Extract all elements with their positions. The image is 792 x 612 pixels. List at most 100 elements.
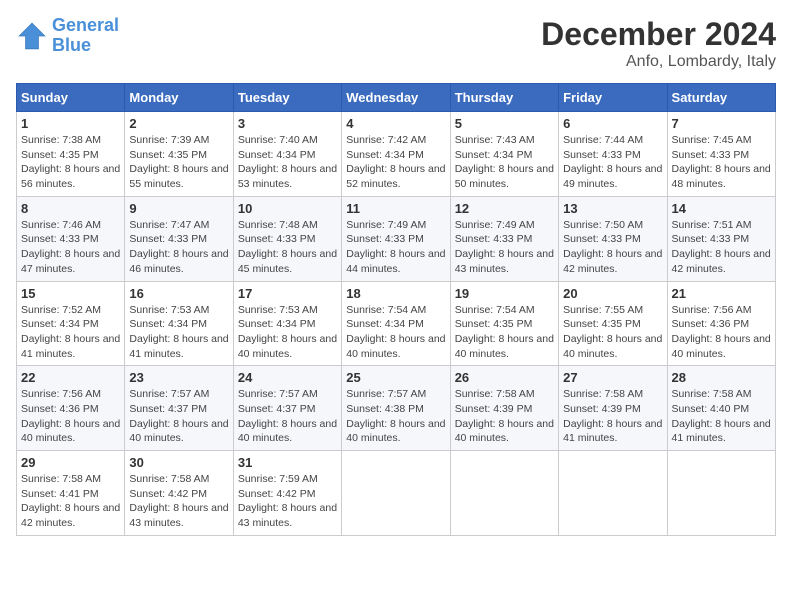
calendar-cell: 30 Sunrise: 7:58 AMSunset: 4:42 PMDayligh… [125, 451, 233, 536]
day-number: 13 [563, 201, 662, 216]
calendar-cell [450, 451, 558, 536]
day-number: 7 [672, 116, 771, 131]
day-number: 19 [455, 286, 554, 301]
day-number: 24 [238, 370, 337, 385]
day-info: Sunrise: 7:53 AMSunset: 4:34 PMDaylight:… [238, 303, 337, 362]
calendar-cell: 28Sunrise: 7:58 AMSunset: 4:40 PMDayligh… [667, 366, 775, 451]
weekday-header-sunday: Sunday [17, 84, 125, 112]
calendar-cell: 29 Sunrise: 7:58 AMSunset: 4:41 PMDayligh… [17, 451, 125, 536]
day-number: 5 [455, 116, 554, 131]
day-number: 25 [346, 370, 445, 385]
calendar-cell [667, 451, 775, 536]
day-number: 2 [129, 116, 228, 131]
calendar-cell: 5 Sunrise: 7:43 AMSunset: 4:34 PMDaylight… [450, 112, 558, 197]
week-row-2: 8 Sunrise: 7:46 AMSunset: 4:33 PMDaylight… [17, 196, 776, 281]
calendar-cell: 25 Sunrise: 7:57 AMSunset: 4:38 PMDayligh… [342, 366, 450, 451]
day-number: 31 [238, 455, 337, 470]
day-info: Sunrise: 7:56 AMSunset: 4:36 PMDaylight:… [672, 303, 771, 362]
day-info: Sunrise: 7:48 AMSunset: 4:33 PMDaylight:… [238, 218, 337, 277]
day-info: Sunrise: 7:38 AMSunset: 4:35 PMDaylight:… [21, 133, 120, 192]
day-number: 14 [672, 201, 771, 216]
weekday-header-tuesday: Tuesday [233, 84, 341, 112]
day-number: 23 [129, 370, 228, 385]
weekday-header-saturday: Saturday [667, 84, 775, 112]
calendar-table: SundayMondayTuesdayWednesdayThursdayFrid… [16, 83, 776, 536]
calendar-cell: 12Sunrise: 7:49 AMSunset: 4:33 PMDayligh… [450, 196, 558, 281]
week-row-4: 22 Sunrise: 7:56 AMSunset: 4:36 PMDayligh… [17, 366, 776, 451]
calendar-cell: 27 Sunrise: 7:58 AMSunset: 4:39 PMDayligh… [559, 366, 667, 451]
calendar-cell: 10 Sunrise: 7:48 AMSunset: 4:33 PMDayligh… [233, 196, 341, 281]
day-number: 17 [238, 286, 337, 301]
day-number: 10 [238, 201, 337, 216]
calendar-cell [559, 451, 667, 536]
location-title: Anfo, Lombardy, Italy [541, 53, 776, 71]
header: General Blue December 2024 Anfo, Lombard… [16, 16, 776, 71]
day-info: Sunrise: 7:57 AMSunset: 4:37 PMDaylight:… [238, 387, 337, 446]
day-info: Sunrise: 7:58 AMSunset: 4:41 PMDaylight:… [21, 472, 120, 531]
day-info: Sunrise: 7:57 AMSunset: 4:37 PMDaylight:… [129, 387, 228, 446]
day-info: Sunrise: 7:56 AMSunset: 4:36 PMDaylight:… [21, 387, 120, 446]
day-info: Sunrise: 7:49 AMSunset: 4:33 PMDaylight:… [346, 218, 445, 277]
day-number: 21 [672, 286, 771, 301]
day-info: Sunrise: 7:46 AMSunset: 4:33 PMDaylight:… [21, 218, 120, 277]
week-row-3: 15 Sunrise: 7:52 AMSunset: 4:34 PMDayligh… [17, 281, 776, 366]
title-section: December 2024 Anfo, Lombardy, Italy [541, 16, 776, 71]
day-info: Sunrise: 7:43 AMSunset: 4:34 PMDaylight:… [455, 133, 554, 192]
day-number: 15 [21, 286, 120, 301]
day-info: Sunrise: 7:42 AMSunset: 4:34 PMDaylight:… [346, 133, 445, 192]
day-info: Sunrise: 7:57 AMSunset: 4:38 PMDaylight:… [346, 387, 445, 446]
calendar-cell: 15 Sunrise: 7:52 AMSunset: 4:34 PMDayligh… [17, 281, 125, 366]
day-info: Sunrise: 7:55 AMSunset: 4:35 PMDaylight:… [563, 303, 662, 362]
day-number: 26 [455, 370, 554, 385]
month-title: December 2024 [541, 16, 776, 53]
day-info: Sunrise: 7:40 AMSunset: 4:34 PMDaylight:… [238, 133, 337, 192]
day-number: 4 [346, 116, 445, 131]
day-info: Sunrise: 7:58 AMSunset: 4:39 PMDaylight:… [455, 387, 554, 446]
day-number: 12 [455, 201, 554, 216]
day-number: 1 [21, 116, 120, 131]
day-number: 9 [129, 201, 228, 216]
day-info: Sunrise: 7:52 AMSunset: 4:34 PMDaylight:… [21, 303, 120, 362]
day-number: 3 [238, 116, 337, 131]
calendar-cell: 14Sunrise: 7:51 AMSunset: 4:33 PMDayligh… [667, 196, 775, 281]
day-info: Sunrise: 7:44 AMSunset: 4:33 PMDaylight:… [563, 133, 662, 192]
calendar-cell [342, 451, 450, 536]
day-number: 22 [21, 370, 120, 385]
calendar-cell: 16Sunrise: 7:53 AMSunset: 4:34 PMDayligh… [125, 281, 233, 366]
calendar-cell: 4 Sunrise: 7:42 AMSunset: 4:34 PMDaylight… [342, 112, 450, 197]
day-info: Sunrise: 7:50 AMSunset: 4:33 PMDaylight:… [563, 218, 662, 277]
day-info: Sunrise: 7:58 AMSunset: 4:39 PMDaylight:… [563, 387, 662, 446]
day-number: 30 [129, 455, 228, 470]
day-info: Sunrise: 7:53 AMSunset: 4:34 PMDaylight:… [129, 303, 228, 362]
calendar-cell: 18Sunrise: 7:54 AMSunset: 4:34 PMDayligh… [342, 281, 450, 366]
day-number: 27 [563, 370, 662, 385]
weekday-header-wednesday: Wednesday [342, 84, 450, 112]
day-info: Sunrise: 7:59 AMSunset: 4:42 PMDaylight:… [238, 472, 337, 531]
calendar-cell: 23 Sunrise: 7:57 AMSunset: 4:37 PMDayligh… [125, 366, 233, 451]
week-row-5: 29 Sunrise: 7:58 AMSunset: 4:41 PMDayligh… [17, 451, 776, 536]
weekday-header-monday: Monday [125, 84, 233, 112]
calendar-cell: 3 Sunrise: 7:40 AMSunset: 4:34 PMDaylight… [233, 112, 341, 197]
day-number: 18 [346, 286, 445, 301]
calendar-cell: 11Sunrise: 7:49 AMSunset: 4:33 PMDayligh… [342, 196, 450, 281]
calendar-cell: 31 Sunrise: 7:59 AMSunset: 4:42 PMDayligh… [233, 451, 341, 536]
day-info: Sunrise: 7:47 AMSunset: 4:33 PMDaylight:… [129, 218, 228, 277]
calendar-cell: 9 Sunrise: 7:47 AMSunset: 4:33 PMDaylight… [125, 196, 233, 281]
weekday-header-row: SundayMondayTuesdayWednesdayThursdayFrid… [17, 84, 776, 112]
calendar-cell: 13 Sunrise: 7:50 AMSunset: 4:33 PMDayligh… [559, 196, 667, 281]
day-info: Sunrise: 7:45 AMSunset: 4:33 PMDaylight:… [672, 133, 771, 192]
day-info: Sunrise: 7:54 AMSunset: 4:35 PMDaylight:… [455, 303, 554, 362]
day-info: Sunrise: 7:58 AMSunset: 4:42 PMDaylight:… [129, 472, 228, 531]
day-number: 8 [21, 201, 120, 216]
day-number: 6 [563, 116, 662, 131]
weekday-header-friday: Friday [559, 84, 667, 112]
calendar-cell: 1 Sunrise: 7:38 AMSunset: 4:35 PMDaylight… [17, 112, 125, 197]
weekday-header-thursday: Thursday [450, 84, 558, 112]
day-number: 29 [21, 455, 120, 470]
day-number: 20 [563, 286, 662, 301]
day-info: Sunrise: 7:39 AMSunset: 4:35 PMDaylight:… [129, 133, 228, 192]
calendar-cell: 21 Sunrise: 7:56 AMSunset: 4:36 PMDayligh… [667, 281, 775, 366]
logo: General Blue [16, 16, 119, 56]
calendar-cell: 19 Sunrise: 7:54 AMSunset: 4:35 PMDayligh… [450, 281, 558, 366]
calendar-cell: 17 Sunrise: 7:53 AMSunset: 4:34 PMDayligh… [233, 281, 341, 366]
